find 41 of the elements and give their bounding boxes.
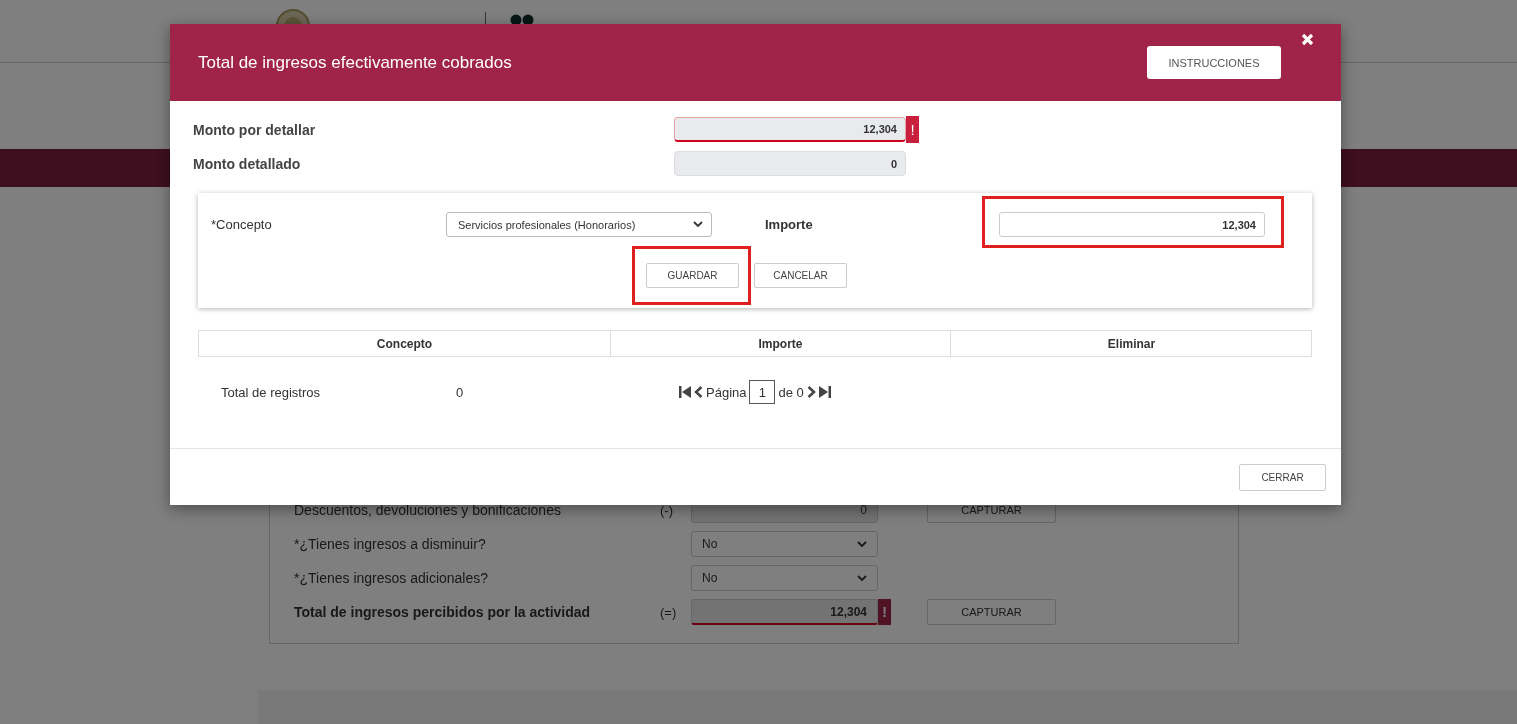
select-field[interactable]: No bbox=[691, 565, 878, 591]
field-label: *¿Tienes ingresos a disminuir? bbox=[294, 536, 487, 552]
records-count: 0 bbox=[456, 384, 465, 400]
amount-label: Importe bbox=[765, 217, 814, 232]
column-header: Importe bbox=[610, 331, 950, 356]
page-label: Página bbox=[706, 384, 747, 400]
operator-label: (=) bbox=[660, 604, 678, 620]
capture-button[interactable]: CAPTURAR bbox=[927, 599, 1056, 625]
previous-page-icon[interactable] bbox=[694, 386, 703, 398]
amount-field: 12,304 bbox=[674, 117, 906, 142]
chevron-down-icon bbox=[857, 574, 867, 582]
concept-label: *Concepto bbox=[211, 217, 273, 232]
first-page-icon[interactable] bbox=[679, 386, 691, 398]
page-count: de 0 bbox=[778, 384, 804, 400]
chevron-down-icon bbox=[693, 221, 703, 228]
alert-badge: ! bbox=[878, 599, 891, 625]
close-button[interactable]: CERRAR bbox=[1239, 463, 1326, 491]
column-header: Concepto bbox=[375, 335, 434, 353]
amount-field[interactable]: 12,304 bbox=[691, 599, 878, 625]
instructions-button[interactable]: INSTRUCCIONES bbox=[1147, 46, 1281, 79]
next-page-icon[interactable] bbox=[806, 386, 816, 398]
close-icon[interactable] bbox=[1301, 33, 1314, 46]
chevron-down-icon bbox=[857, 540, 867, 548]
amount-input[interactable]: 12,304 bbox=[999, 212, 1265, 237]
save-button[interactable]: GUARDAR bbox=[646, 263, 739, 288]
amount-label: Monto detallado bbox=[193, 155, 302, 172]
field-label: Total de ingresos percibidos por la actividad bbox=[294, 604, 592, 620]
operator-label: (-) bbox=[660, 502, 674, 518]
records-label: Total de registros bbox=[221, 384, 321, 400]
amount-field: 0 bbox=[674, 151, 906, 176]
cancel-button[interactable]: CANCELAR bbox=[754, 263, 847, 288]
alert-badge: ! bbox=[906, 116, 919, 143]
last-page-icon[interactable] bbox=[818, 386, 831, 398]
select-field[interactable]: No bbox=[691, 531, 878, 557]
concept-select[interactable]: Servicios profesionales (Honorarios) bbox=[446, 212, 712, 237]
column-header: Eliminar bbox=[950, 331, 1312, 356]
field-label: *¿Tienes ingresos adicionales? bbox=[294, 570, 490, 586]
amount-label: Monto por detallar bbox=[193, 121, 317, 138]
modal-title: Total de ingresos efectivamente cobrados bbox=[198, 52, 513, 73]
field-label: Descuentos, devoluciones y bonificaciones bbox=[294, 502, 562, 518]
page-input[interactable]: 1 bbox=[749, 380, 776, 404]
